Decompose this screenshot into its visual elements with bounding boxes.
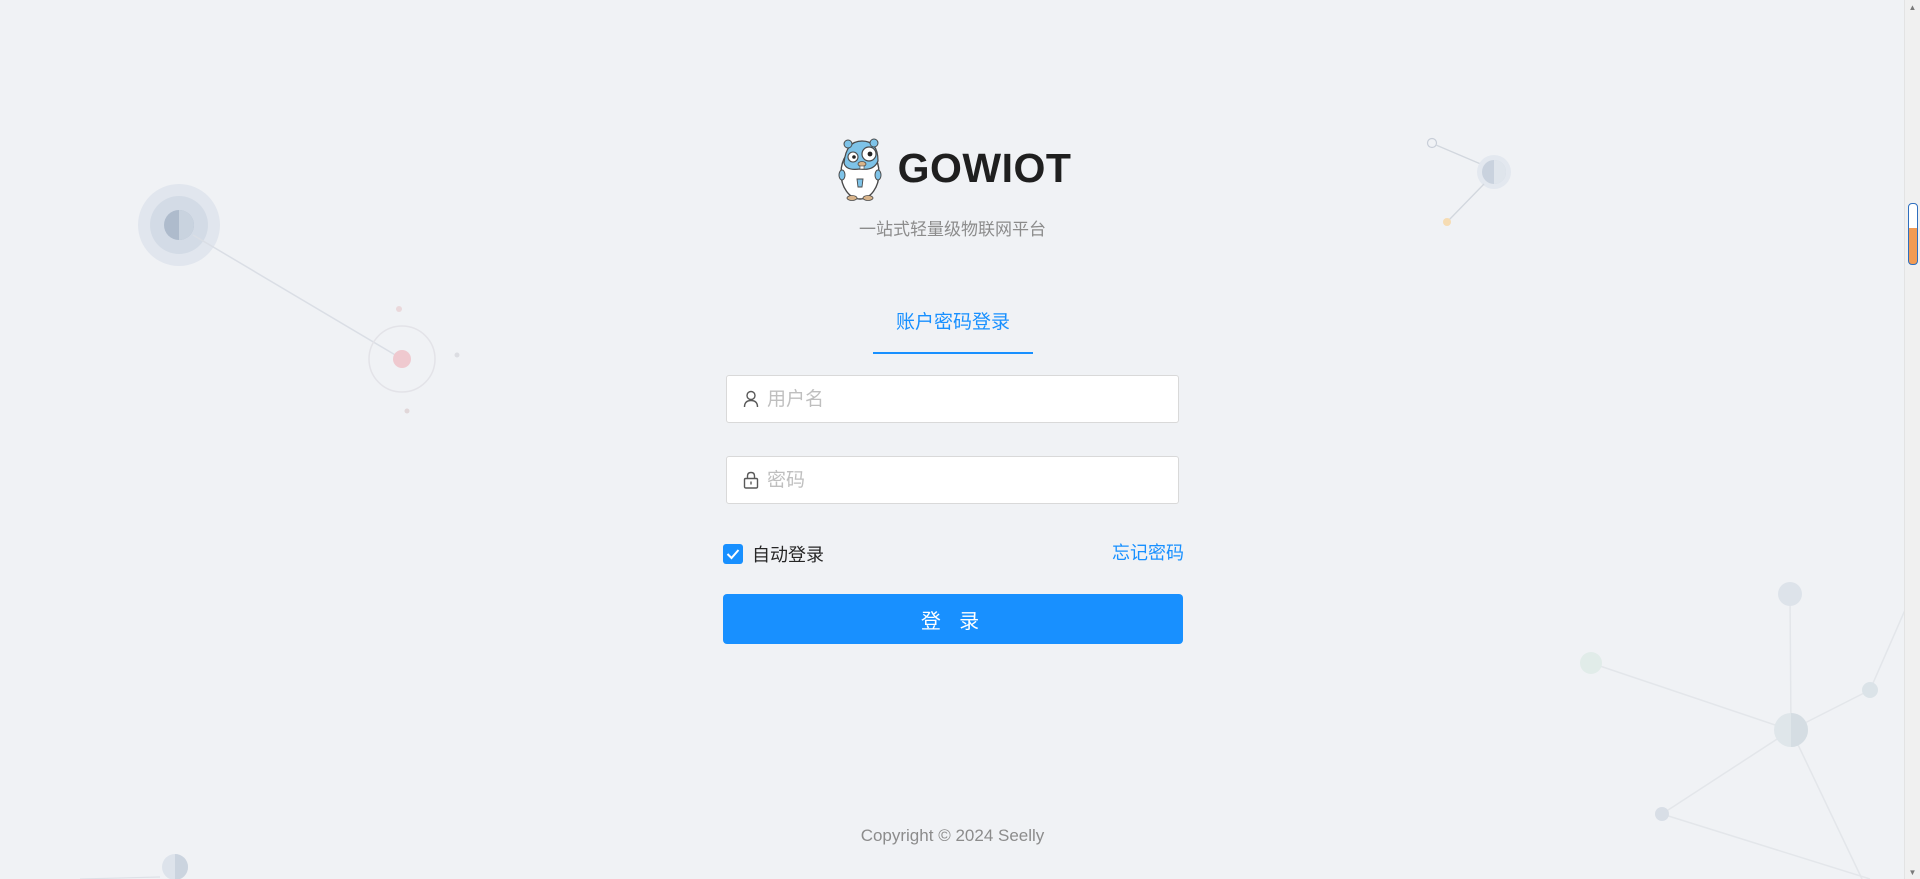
vertical-scrollbar[interactable]: ▲ ▼ [1904,0,1920,879]
brand-header: GOWIOT 一站式轻量级物联网平台 [0,135,1905,240]
checkbox-checked-icon[interactable] [723,544,743,564]
password-field[interactable] [726,456,1179,504]
password-input[interactable] [767,469,1178,491]
tab-label: 账户密码登录 [895,311,1010,333]
username-field[interactable] [726,375,1179,423]
background-network-decoration [79,137,1906,879]
scroll-up-arrow-icon[interactable]: ▲ [1905,0,1920,14]
app-subtitle: 一站式轻量级物联网平台 [859,220,1046,240]
gopher-mascot-icon [838,138,882,201]
forgot-password-link[interactable]: 忘记密码 [1112,539,1184,565]
username-input[interactable] [767,388,1178,410]
scrollbar-thumb[interactable] [1908,203,1918,265]
copyright-prefix: Copyright [860,826,934,845]
brand-row: GOWIOT [0,135,1905,201]
app-title: GOWIOT [897,144,1072,191]
user-icon [741,389,761,409]
left-network-decoration [79,184,460,879]
copyright-icon: © [938,826,951,845]
scroll-down-arrow-icon[interactable]: ▼ [1905,865,1920,879]
auto-login-label: 自动登录 [752,545,824,566]
auto-login-checkbox[interactable]: 自动登录 [723,541,824,567]
lock-icon [741,470,761,490]
login-button[interactable]: 登 录 [723,594,1183,644]
tab-account-password-login[interactable]: 账户密码登录 [873,302,1033,354]
copyright-text: 2024 Seelly [955,826,1045,845]
tab-active-indicator [873,352,1033,354]
footer-copyright: Copyright © 2024 Seelly [0,826,1905,846]
